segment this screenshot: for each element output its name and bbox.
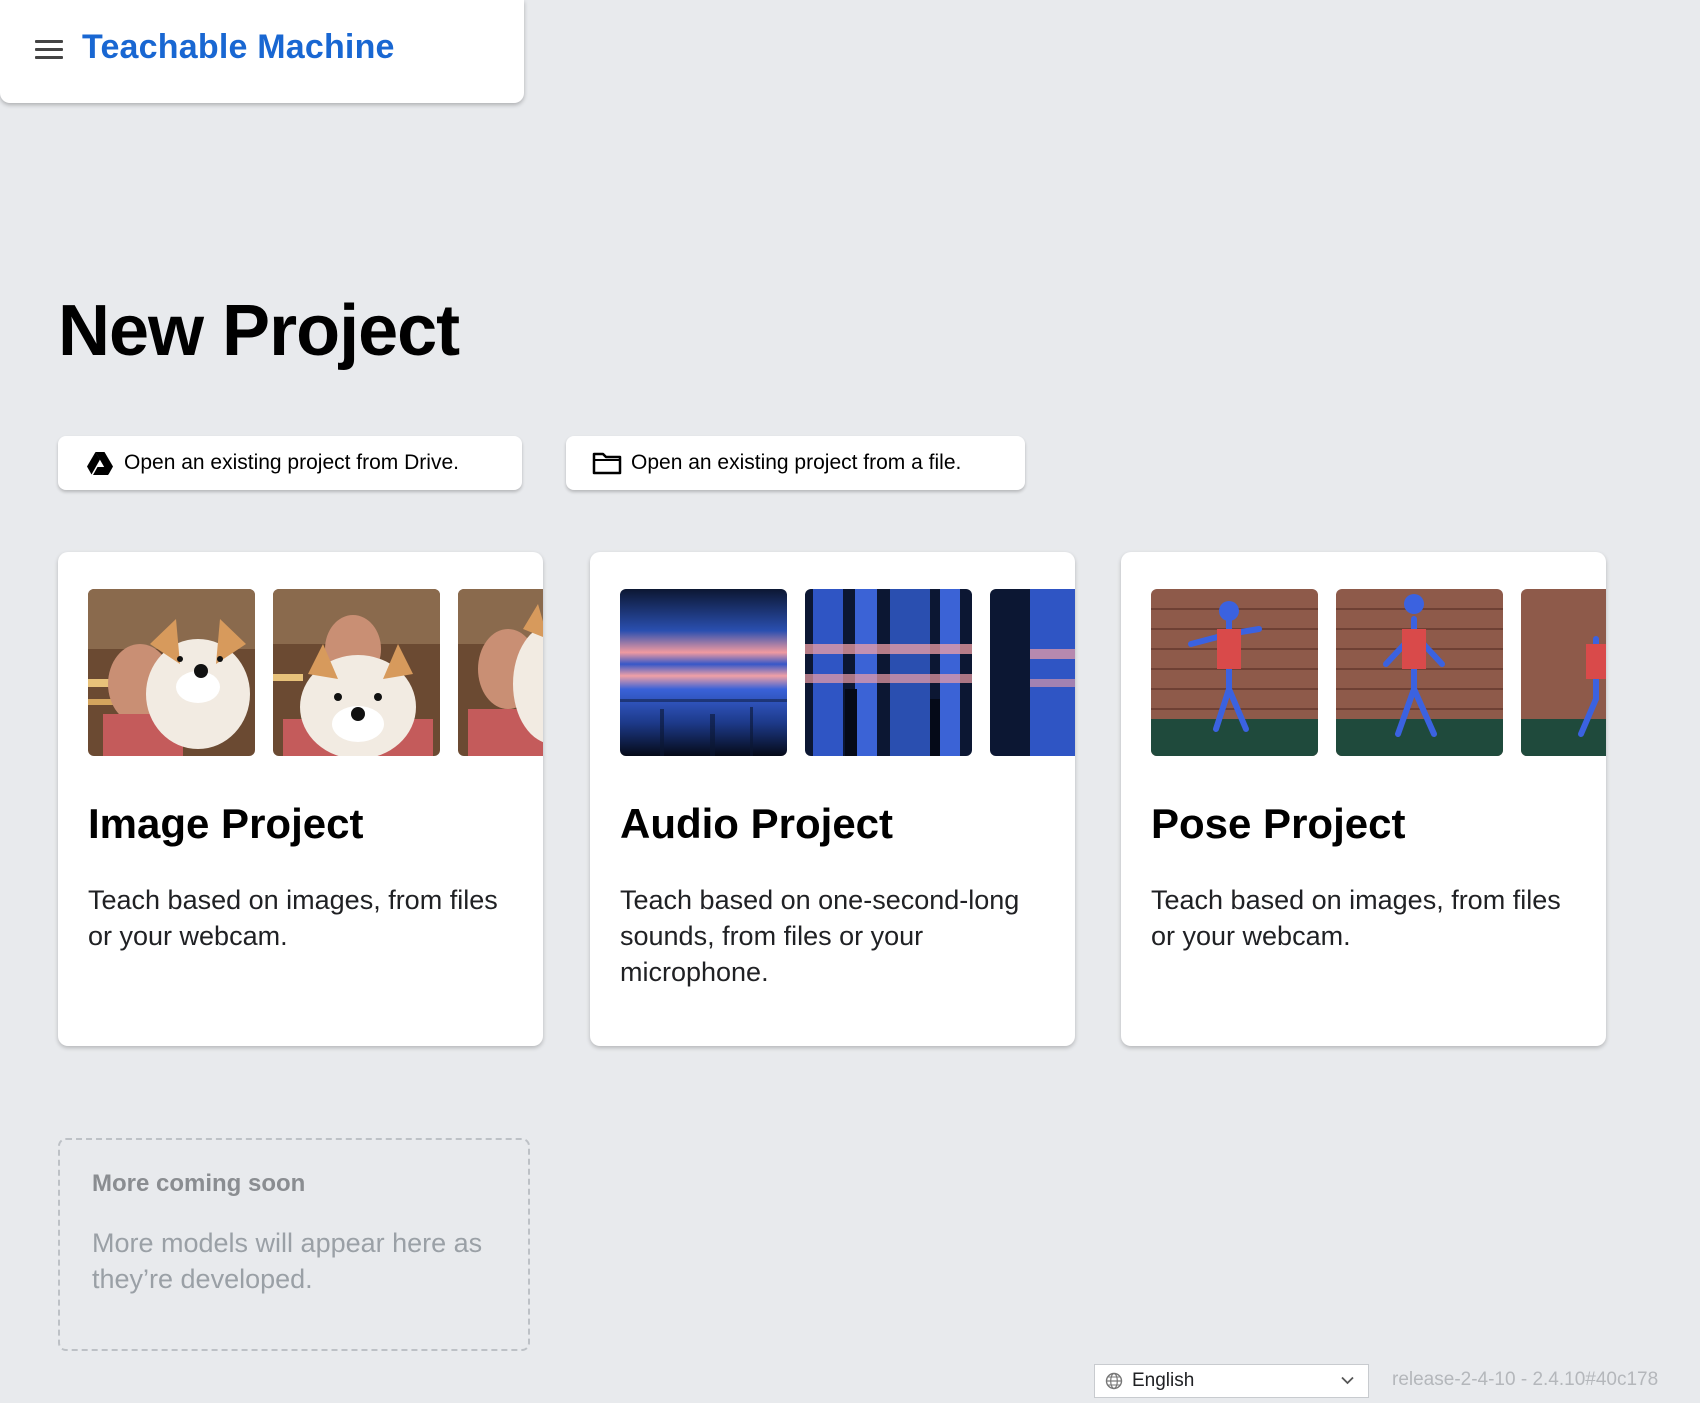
app-title[interactable]: Teachable Machine [82, 28, 395, 67]
audio-project-title: Audio Project [620, 800, 894, 847]
spectrogram-thumbnail [805, 589, 972, 756]
open-from-file-label: Open an existing project from a file. [631, 451, 962, 474]
pose-thumbnail [1521, 589, 1606, 756]
more-coming-soon-box: More coming soon More models will appear… [58, 1138, 530, 1351]
pose-project-description: Teach based on images, from files or you… [1151, 885, 1561, 951]
hamburger-menu-icon[interactable] [35, 40, 63, 60]
coming-soon-title: More coming soon [92, 1170, 306, 1197]
language-select-value: English [1132, 1370, 1195, 1391]
pose-project-card[interactable]: Pose Project Teach based on images, from… [1121, 552, 1606, 1046]
image-project-description: Teach based on images, from files or you… [88, 885, 498, 951]
chevron-down-icon [1341, 1376, 1354, 1385]
image-project-title: Image Project [88, 800, 364, 847]
spectrogram-thumbnail [990, 589, 1075, 756]
folder-icon [592, 452, 622, 475]
image-thumbnail [458, 589, 543, 756]
audio-project-description: Teach based on one-second-long sounds, f… [620, 885, 1020, 987]
app-header: Teachable Machine [0, 0, 524, 103]
audio-project-thumbnails [620, 589, 1075, 756]
coming-soon-description: More models will appear here as they’re … [92, 1228, 483, 1294]
image-project-card[interactable]: Image Project Teach based on images, fro… [58, 552, 543, 1046]
image-thumbnail [88, 589, 255, 756]
open-from-drive-button[interactable]: Open an existing project from Drive. [58, 436, 522, 490]
open-from-file-button[interactable]: Open an existing project from a file. [566, 436, 1025, 490]
pose-thumbnail [1151, 589, 1318, 756]
image-project-thumbnails [88, 589, 543, 756]
page-title: New Project [58, 291, 460, 371]
image-thumbnail [273, 589, 440, 756]
pose-project-thumbnails [1151, 589, 1606, 756]
pose-thumbnail [1336, 589, 1503, 756]
spectrogram-thumbnail [620, 589, 787, 756]
version-label: release-2-4-10 - 2.4.10#40c178 [1392, 1369, 1659, 1390]
language-select[interactable]: English [1094, 1364, 1369, 1398]
pose-project-title: Pose Project [1151, 800, 1406, 847]
google-drive-icon [87, 451, 113, 475]
audio-project-card[interactable]: Audio Project Teach based on one-second-… [590, 552, 1075, 1046]
globe-icon [1105, 1372, 1123, 1390]
open-from-drive-label: Open an existing project from Drive. [124, 451, 459, 474]
